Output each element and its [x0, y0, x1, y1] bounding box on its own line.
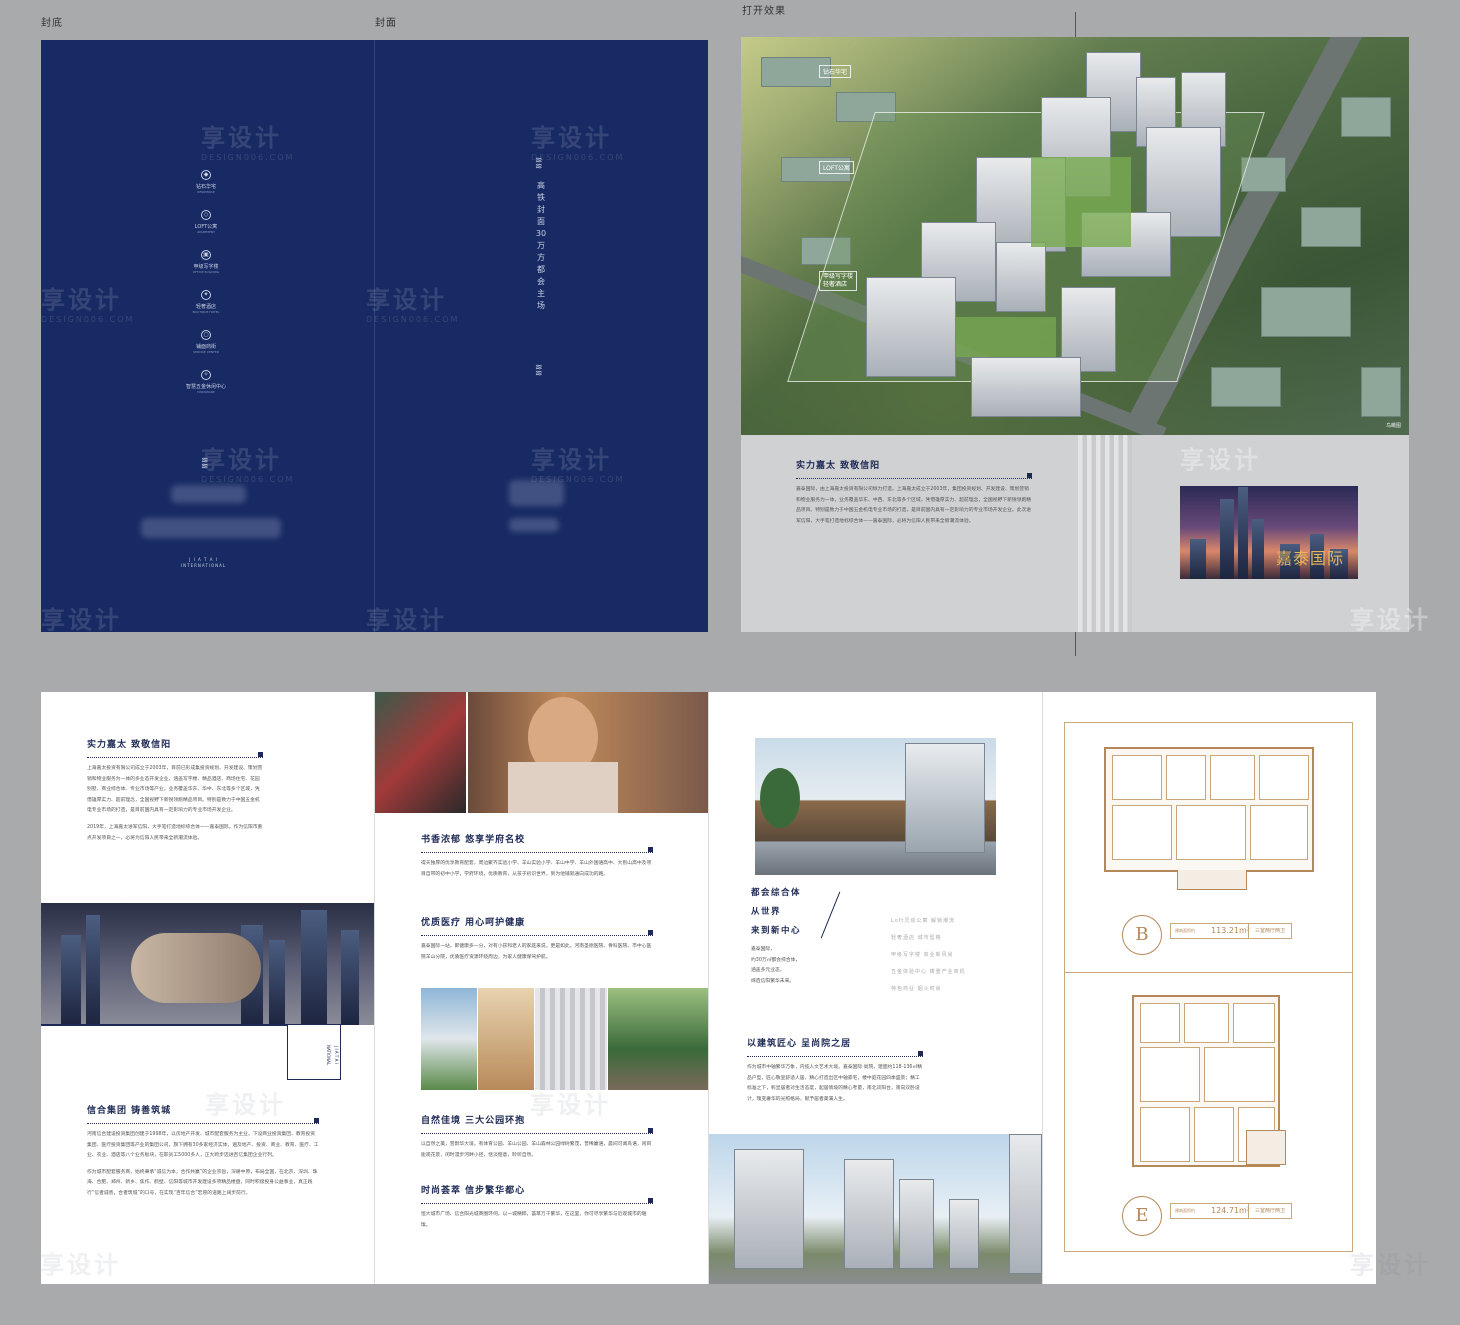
watermark: 享设计 DESIGN006.COM	[531, 124, 625, 162]
residential-render	[709, 1134, 1042, 1284]
park-photo	[608, 988, 708, 1090]
watermark: 享设计	[1350, 1251, 1431, 1279]
project-name-overlay: 嘉泰国际	[1275, 549, 1344, 568]
p1-vertical-badge: J I A T A I NATIONAL	[287, 1024, 341, 1080]
p1-body4: 作为城市配套服务商，始终秉承“诚信为本，合作共赢”的企业宗旨，深耕中原，布局全国…	[87, 1169, 318, 1196]
checker-pattern	[1078, 435, 1132, 632]
feature-item: ✧ 智慧五金休闲中心 HARDWARE	[185, 370, 226, 394]
watermark: 享设计	[40, 1251, 121, 1279]
p1-heading: 实力嘉太 致敬信阳	[87, 740, 172, 750]
page2-block2: 优质医疗 用心呵护健康 嘉泰国际一站，即健康多一分，对有小孩和老人的家庭来说，更…	[421, 915, 653, 963]
library-photo	[478, 988, 534, 1090]
plan-b-letter: B	[1122, 915, 1162, 955]
p1-body3: 河南信合建设投资集团创建于1998年，以房地产开发、城市配套服务为主业，下设商业…	[87, 1132, 319, 1159]
office-icon: ▣	[201, 250, 211, 260]
plan-e-area-box: 建筑面积约 124.71m² 三室两厅两卫	[1170, 1203, 1292, 1219]
city-night-image: 嘉泰国际	[1180, 486, 1358, 579]
plan-e-type: 三室两厅两卫	[1247, 1204, 1285, 1218]
plan-e-letter: E	[1122, 1196, 1162, 1236]
p3-body2: 作为城市中轴繁华万象，内揽人文艺术大境。嘉泰国际·尚院，建面约118-136㎡精…	[747, 1065, 923, 1102]
loft-icon: ◇	[201, 210, 211, 220]
student-photo	[468, 692, 708, 813]
blurred-front-sub	[509, 518, 559, 532]
watermark: 享设计 DESIGN006.COM	[201, 124, 295, 162]
building-tag: LOFT公寓	[819, 161, 854, 174]
p1-body: 上海嘉太投资有限公司成立于2003年，目前已形成集投资规划、开发建设、策划营销和…	[87, 766, 263, 814]
p2-body3: 以自然之美，营默华大境，有体育公园、羊山公园、羊山森林公园绿树繁茂，普稀赢语，晨…	[421, 1142, 652, 1158]
feature-item: ◆ 钻石华宅 RESIDENCE	[195, 170, 216, 194]
page3-block: 以建筑匠心 呈尚院之居 作为城市中轴繁华万象，内揽人文艺术大境。嘉泰国际·尚院，…	[747, 1036, 923, 1105]
feature-item: ◇ LOFT公寓 APARTMENT	[194, 210, 218, 234]
p1-body2: 2019年，上海嘉太进军信阳，大手笔打造地标综合体——嘉泰国际，作为信阳市重点开…	[87, 824, 263, 841]
fashion-photo	[375, 692, 466, 813]
courtyard-garden	[1031, 157, 1131, 247]
cover-fold	[374, 40, 375, 632]
watermark: 享设计	[1180, 446, 1261, 474]
watermark: 享设计 DESIGN006.COM	[201, 446, 295, 484]
diamond-icon: ◆	[201, 170, 211, 180]
watermark: 享设计 DESIGN006.COM	[366, 286, 460, 324]
front-vertical-title: 高铁封面30万方都会主场	[535, 181, 547, 310]
feature-icon-list: ◆ 钻石华宅 RESIDENCE ◇ LOFT公寓 APARTMENT ▣ 甲级写字楼 OF…	[181, 170, 231, 410]
p3-phrase-list: Loft灵动公寓 解锁潮流 轻奢酒店 城市型格 甲级写字楼 商业新风尚 五金体验…	[891, 918, 966, 992]
cover-spread: ◆ 钻石华宅 RESIDENCE ◇ LOFT公寓 APARTMENT ▣ 甲级写字楼 OF…	[41, 40, 708, 634]
intro-body: 嘉泰国际，由上海嘉太投资有限公司倾力打造。上海嘉太成立于2003年，集团投资规划…	[796, 487, 1032, 524]
p3-heading: 以建筑匠心 呈尚院之居	[747, 1039, 852, 1049]
floorplan-b	[1104, 747, 1314, 872]
hospital-photo	[421, 988, 477, 1090]
front-cover-label: 封面	[375, 18, 397, 29]
p2-heading1: 书香浓郁 悠享学府名校	[421, 835, 526, 845]
front-waves-icon-bottom: ≋ ≋	[535, 363, 543, 379]
plan-b-type: 三室两厅两卫	[1247, 924, 1285, 938]
watermark: 享设计 DESIGN006.COM	[41, 286, 135, 324]
p3-slogan: 都会综合体 从世界 来到新中心	[751, 888, 802, 936]
courtyard-garden	[956, 317, 1056, 357]
handshake-city-image	[41, 903, 374, 1025]
intro-heading: 实力嘉太 致敬信阳	[796, 461, 881, 471]
plan-b-area-box: 建筑面积约 113.21m² 三室两厅两卫	[1170, 923, 1292, 939]
aerial-render-image: 钻石华宅 LOFT公寓 甲级写字楼 轻奢酒店 鸟瞰图	[741, 37, 1409, 435]
building-tag: 甲级写字楼 轻奢酒店	[819, 271, 858, 291]
p2-body1: 得天独厚的优享教育配套，周边聚齐实验小学、羊山实验小学、羊山中学、羊山外国语高中…	[421, 861, 652, 877]
handshake	[131, 933, 261, 1003]
blurred-logo	[171, 485, 246, 503]
p2-body4: 恒大城市广场、信合阳光城商圈环伺，以一城精粹，荟萃万千繁华，在这里，你可尽享繁华…	[421, 1212, 647, 1228]
page1-block-top: 实力嘉太 致敬信阳 上海嘉太投资有限公司成立于2003年，目前已形成集投资规划、…	[87, 737, 263, 844]
commercial-render	[755, 738, 996, 875]
pattern-tile	[535, 988, 607, 1090]
blurred-slogan	[141, 518, 281, 538]
aerial-caption: 鸟瞰图	[1385, 423, 1401, 429]
page2-block3: 自然佳境 三大公园环抱 以自然之美，营默华大境，有体育公园、羊山公园、羊山森林公…	[421, 1113, 653, 1161]
heading-rule	[796, 473, 1032, 479]
p2-heading4: 时尚荟萃 信步繁华都心	[421, 1186, 526, 1196]
watermark: 享设计	[205, 1091, 286, 1119]
watermark: 享设计	[1350, 606, 1431, 634]
brand-english: J I A T A I INTERNATIONAL	[181, 557, 227, 568]
page2-block4: 时尚荟萃 信步繁华都心 恒大城市广场、信合阳光城商圈环伺，以一城精粹，荟萃万千繁…	[421, 1183, 653, 1231]
p3-body: 嘉泰国际， 约30万㎡都会综合体， 涵盖多元业态， 缔造信阳繁华未来。	[751, 947, 801, 984]
trade-icon: ✧	[201, 370, 211, 380]
watermark: 享设计	[366, 606, 447, 634]
open-effect-label: 打开效果	[742, 6, 786, 17]
intro-text-block: 实力嘉太 致敬信阳 嘉泰国际，由上海嘉太投资有限公司倾力打造。上海嘉太成立于20…	[796, 458, 1032, 527]
plan-e-area: 124.71m²	[1211, 1206, 1250, 1215]
p2-heading2: 优质医疗 用心呵护健康	[421, 918, 526, 928]
watermark: 享设计	[530, 1091, 611, 1119]
hotel-icon: ✦	[201, 290, 211, 300]
page2-block1: 书香浓郁 悠享学府名校 得天独厚的优享教育配套，周边聚齐实验小学、羊山实验小学、…	[421, 832, 653, 880]
watermark: 享设计 DESIGN006.COM	[531, 446, 625, 484]
feature-item: ✦ 轻奢酒店 BOUTIQUE HOTEL	[192, 290, 220, 314]
feature-item: ○ 铺面商街 SERVICE CENTER	[193, 330, 219, 354]
p2-body2: 嘉泰国际一站，即健康多一分，对有小孩和老人的家庭来说，更是如此。河南圣德医院、骨…	[421, 944, 652, 960]
feature-item: ▣ 甲级写字楼 OFFICE BUILDING	[192, 250, 220, 274]
shop-icon: ○	[201, 330, 211, 340]
back-cover-label: 封底	[41, 18, 63, 29]
building-tag: 钻石华宅	[819, 65, 852, 78]
plan-b-area: 113.21m²	[1211, 926, 1250, 935]
watermark: 享设计	[41, 606, 122, 634]
